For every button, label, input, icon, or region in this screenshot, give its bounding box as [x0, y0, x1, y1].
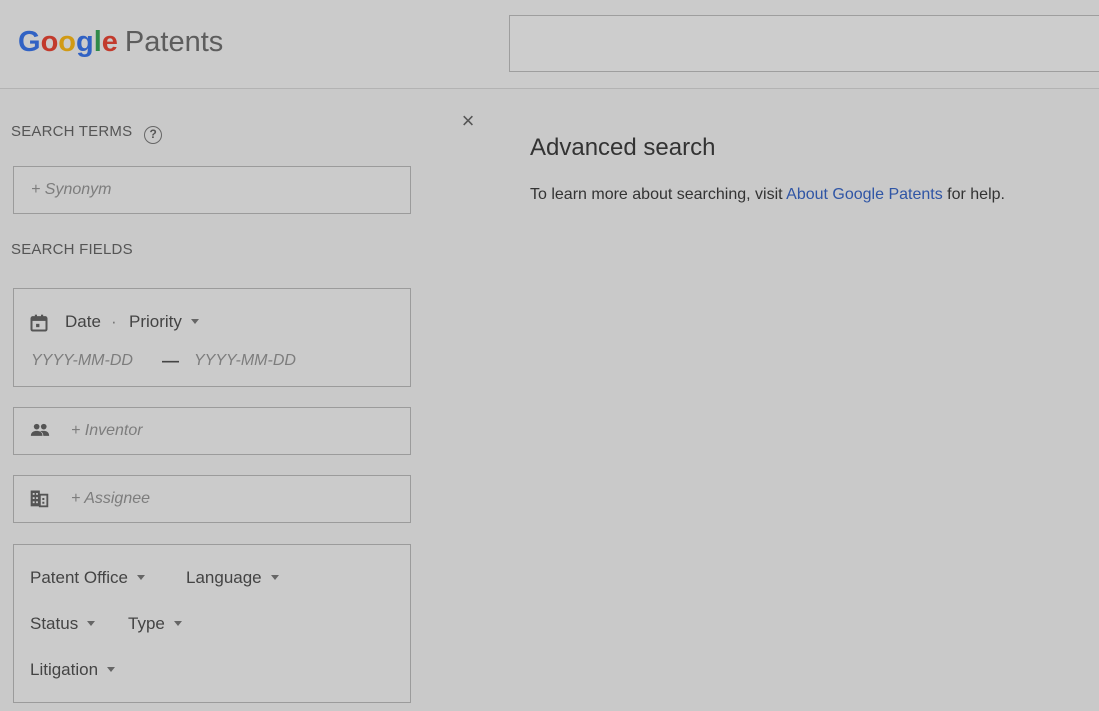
patent-office-label: Patent Office: [30, 568, 128, 587]
logo-product-name: Patents: [124, 26, 224, 58]
search-input[interactable]: [509, 15, 1099, 72]
litigation-label: Litigation: [30, 660, 99, 679]
advanced-search-description: To learn more about searching, visit Abo…: [530, 186, 1005, 204]
chevron-down-icon: [190, 319, 199, 324]
close-icon[interactable]: ×: [457, 110, 479, 132]
description-prefix: To learn more about searching, visit: [530, 186, 787, 203]
logo-letter: o: [58, 26, 76, 58]
synonym-field[interactable]: + Synonym: [13, 166, 411, 214]
inventor-field[interactable]: + Inventor: [13, 407, 411, 455]
filters-field: Patent Office Language Status Type Litig…: [13, 544, 411, 703]
status-label: Status: [30, 614, 79, 633]
logo-letter: e: [101, 26, 118, 58]
assignee-field[interactable]: + Assignee: [13, 475, 411, 523]
date-label: Date: [65, 312, 101, 331]
date-to-input[interactable]: YYYY-MM-DD: [194, 352, 296, 370]
search-terms-text: SEARCH TERMS: [11, 123, 133, 140]
litigation-dropdown[interactable]: Litigation: [30, 660, 116, 680]
assignee-placeholder: + Assignee: [71, 490, 151, 507]
chevron-down-icon: [270, 575, 279, 580]
chevron-down-icon: [107, 667, 116, 672]
people-icon: [30, 423, 50, 436]
building-icon: [30, 490, 49, 508]
status-dropdown[interactable]: Status: [30, 614, 96, 634]
date-separator: ·: [111, 312, 117, 331]
search-fields-label: SEARCH FIELDS: [11, 241, 133, 258]
language-label: Language: [186, 568, 262, 587]
search-terms-label: SEARCH TERMS?: [11, 123, 163, 144]
synonym-placeholder: + Synonym: [31, 181, 112, 198]
inventor-placeholder: + Inventor: [71, 422, 143, 439]
chevron-down-icon: [87, 621, 96, 626]
date-field: Date · Priority YYYY-MM-DD — YYYY-MM-DD: [13, 288, 411, 387]
logo-letter: l: [93, 26, 102, 58]
type-label: Type: [128, 614, 165, 633]
top-bar: Google Patents: [0, 0, 1099, 89]
date-type-dropdown[interactable]: Priority: [129, 312, 199, 332]
logo-letter: o: [40, 26, 59, 58]
advanced-search-title: Advanced search: [530, 134, 716, 161]
logo-letter: g: [76, 26, 94, 58]
help-icon[interactable]: ?: [144, 126, 163, 144]
patent-office-dropdown[interactable]: Patent Office: [30, 568, 145, 588]
google-patents-logo[interactable]: Google Patents: [18, 26, 223, 59]
date-range-dash: —: [162, 351, 179, 370]
logo-letter: G: [18, 26, 41, 58]
type-dropdown[interactable]: Type: [128, 614, 182, 634]
date-type-label: Priority: [129, 312, 182, 331]
about-google-patents-link[interactable]: About Google Patents: [786, 186, 943, 203]
date-from-input[interactable]: YYYY-MM-DD: [31, 352, 133, 370]
language-dropdown[interactable]: Language: [186, 568, 279, 588]
description-suffix: for help.: [942, 186, 1005, 203]
chevron-down-icon: [173, 621, 182, 626]
calendar-icon: [30, 314, 48, 332]
chevron-down-icon: [136, 575, 145, 580]
